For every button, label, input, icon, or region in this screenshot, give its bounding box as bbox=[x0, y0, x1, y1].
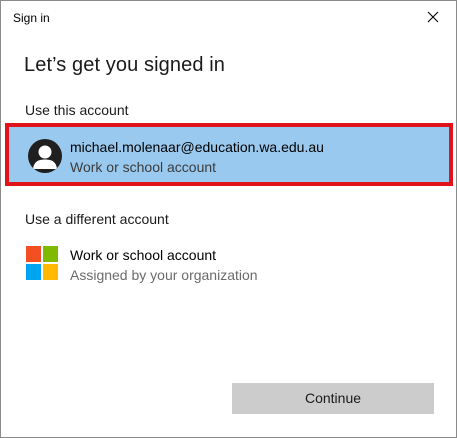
continue-button[interactable]: Continue bbox=[232, 383, 434, 414]
page-title: Let’s get you signed in bbox=[24, 54, 225, 76]
title-bar: Sign in bbox=[1, 1, 456, 33]
window-title: Sign in bbox=[13, 11, 50, 25]
account-type: Work or school account bbox=[70, 159, 217, 175]
option-title: Work or school account bbox=[70, 247, 217, 263]
close-icon bbox=[427, 11, 439, 23]
current-account-tile[interactable]: michael.molenaar@education.wa.edu.au Wor… bbox=[5, 123, 453, 186]
close-button[interactable] bbox=[410, 1, 456, 33]
person-avatar-icon bbox=[28, 139, 62, 173]
account-email: michael.molenaar@education.wa.edu.au bbox=[70, 139, 324, 155]
different-account-section-label: Use a different account bbox=[25, 211, 169, 227]
current-account-section-label: Use this account bbox=[25, 102, 129, 118]
sign-in-dialog: Sign in Let’s get you signed in Use this… bbox=[0, 0, 457, 438]
option-subtitle: Assigned by your organization bbox=[70, 267, 258, 283]
microsoft-logo-icon bbox=[26, 246, 58, 280]
work-or-school-account-option[interactable]: Work or school account Assigned by your … bbox=[5, 237, 453, 289]
